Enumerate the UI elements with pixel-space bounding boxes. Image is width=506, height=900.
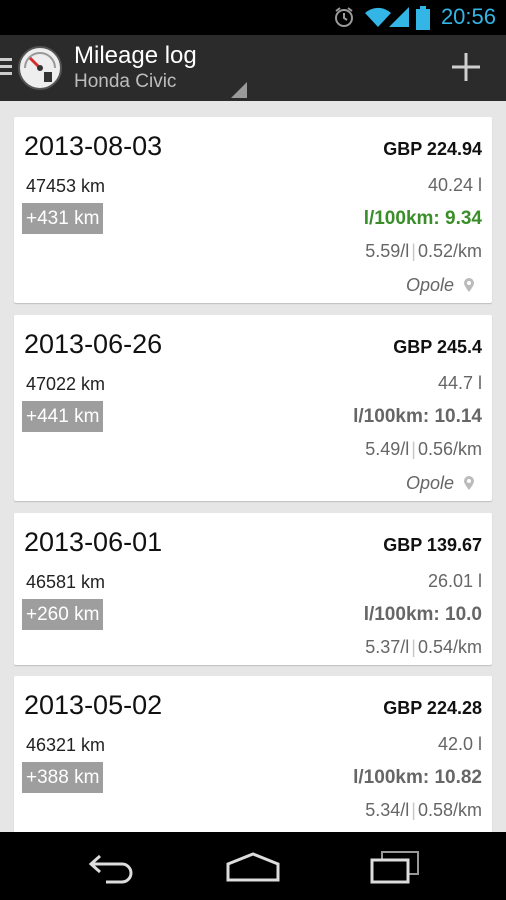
battery-icon: [416, 6, 430, 30]
location-pin-icon: [464, 278, 474, 292]
entry-distance-badge: +260 km: [22, 599, 104, 630]
entry-odometer: 46581 km: [26, 572, 106, 592]
entry-price-per-liter: 5.34/l: [365, 800, 410, 820]
entry-location: Opole: [406, 473, 474, 494]
entry-unit-costs: 5.49/l | 0.56/km: [365, 439, 482, 459]
entry-odometer: 47453 km: [26, 176, 106, 196]
entry-price: GBP 224.94: [383, 139, 482, 159]
entry-consumption: l/100km: 10.0: [363, 604, 482, 625]
back-icon[interactable]: [86, 850, 140, 884]
entry-distance-badge: +388 km: [22, 762, 104, 793]
entry-date: 2013-05-02: [24, 690, 163, 720]
dropdown-indicator-icon[interactable]: [231, 82, 247, 98]
entry-unit-costs: 5.37/l | 0.54/km: [365, 637, 482, 657]
add-entry-button[interactable]: [448, 49, 484, 85]
signal-icon: [389, 7, 409, 27]
entry-price: GBP 224.28: [383, 698, 482, 718]
drawer-menu-icon[interactable]: [0, 58, 12, 78]
entry-consumption: l/100km: 10.82: [353, 767, 482, 788]
entry-distance-badge: +431 km: [22, 203, 104, 234]
entry-unit-costs: 5.34/l | 0.58/km: [365, 800, 482, 820]
alarm-icon: [335, 7, 353, 27]
recent-apps-icon[interactable]: [368, 850, 422, 884]
entry-price-per-km: 0.52/km: [417, 241, 482, 261]
entry-location-name: Opole: [405, 275, 454, 295]
entry-odometer: 47022 km: [26, 374, 106, 394]
entry-odometer: 46321 km: [26, 735, 106, 755]
vehicle-selector[interactable]: Honda Civic: [74, 71, 176, 93]
status-bar: 20:56: [0, 0, 506, 35]
entry-card[interactable]: 2013-06-26 GBP 245.4 47022 km 44.7 l +44…: [14, 315, 492, 501]
entry-unit-costs: 5.59/l | 0.52/km: [365, 241, 482, 261]
entry-date: 2013-08-03: [24, 131, 163, 161]
system-navigation-bar: [0, 832, 506, 900]
location-pin-icon: [464, 476, 474, 490]
entry-location: Opole: [406, 275, 474, 296]
clock-time: 20:56: [440, 4, 496, 29]
entries-list[interactable]: 2013-08-03 GBP 224.94 47453 km 40.24 l +…: [0, 101, 506, 832]
entry-price: GBP 245.4: [393, 337, 482, 357]
entry-distance-badge: +441 km: [22, 401, 104, 432]
entry-price: GBP 139.67: [383, 535, 482, 555]
entry-liters: 44.7 l: [437, 373, 482, 393]
entry-liters: 42.0 l: [437, 734, 482, 754]
entry-date: 2013-06-01: [24, 527, 163, 557]
entry-date: 2013-06-26: [24, 329, 163, 359]
entry-card[interactable]: 2013-08-03 GBP 224.94 47453 km 40.24 l +…: [14, 117, 492, 303]
action-bar: Mileage log Honda Civic: [0, 35, 506, 101]
entry-price-per-liter: 5.49/l: [365, 439, 410, 459]
entry-consumption: l/100km: 10.14: [353, 406, 482, 427]
entry-liters: 26.01 l: [427, 571, 482, 591]
entry-card[interactable]: 2013-06-01 GBP 139.67 46581 km 26.01 l +…: [14, 513, 492, 665]
entry-price-per-km: 0.54/km: [417, 637, 482, 657]
entry-consumption: l/100km: 9.34: [363, 208, 482, 229]
home-icon[interactable]: [224, 850, 282, 884]
entry-price-per-km: 0.58/km: [417, 800, 482, 820]
entry-price-per-liter: 5.37/l: [365, 637, 410, 657]
fuel-gauge-logo-icon[interactable]: [18, 46, 62, 90]
entry-liters: 40.24 l: [427, 175, 482, 195]
entry-price-per-km: 0.56/km: [417, 439, 482, 459]
page-title: Mileage log: [74, 42, 197, 69]
entry-card[interactable]: 2013-05-02 GBP 224.28 46321 km 42.0 l +3…: [14, 676, 492, 832]
entry-location-name: Opole: [405, 473, 454, 493]
entry-price-per-liter: 5.59/l: [365, 241, 410, 261]
